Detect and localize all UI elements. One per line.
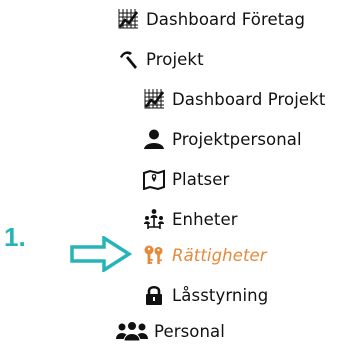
menu-item-label: Dashboard Företag xyxy=(146,9,306,29)
menu-item-label: Låsstyrning xyxy=(172,285,269,305)
chart-grid-icon xyxy=(116,7,140,31)
menu-item-label: Projektpersonal xyxy=(172,129,302,149)
menu-item-label: Projekt xyxy=(146,49,204,69)
chart-grid-icon xyxy=(142,87,166,111)
keys-icon xyxy=(142,243,166,267)
person-icon xyxy=(142,127,166,151)
menu-item-dashboard-foretag[interactable]: Dashboard Företag xyxy=(116,4,305,34)
menu-item-label: Dashboard Projekt xyxy=(172,89,326,109)
hammer-icon xyxy=(116,47,140,71)
menu-item-dashboard-projekt[interactable]: Dashboard Projekt xyxy=(142,84,325,114)
menu-item-lasstyrning[interactable]: Låsstyrning xyxy=(142,280,268,310)
menu-item-enheter[interactable]: Enheter xyxy=(142,204,238,234)
menu-item-label: Enheter xyxy=(172,209,238,229)
menu-item-rattigheter[interactable]: Rättigheter xyxy=(142,240,267,270)
network-icon xyxy=(142,207,166,231)
menu-item-platser[interactable]: Platser xyxy=(142,164,229,194)
menu-item-label: Platser xyxy=(172,169,230,189)
lock-icon xyxy=(142,283,166,307)
people-icon xyxy=(116,319,148,343)
navigation-menu: Dashboard Företag Projekt Dashboard Proj… xyxy=(0,0,343,344)
menu-item-label: Rättigheter xyxy=(172,245,267,265)
menu-item-projektpersonal[interactable]: Projektpersonal xyxy=(142,124,302,154)
menu-item-personal[interactable]: Personal xyxy=(116,316,225,344)
pointer-arrow-icon xyxy=(70,234,133,276)
menu-item-label: Personal xyxy=(154,321,225,341)
menu-item-projekt[interactable]: Projekt xyxy=(116,44,204,74)
map-marker-icon xyxy=(142,167,166,191)
step-number-label: 1. xyxy=(4,222,26,252)
